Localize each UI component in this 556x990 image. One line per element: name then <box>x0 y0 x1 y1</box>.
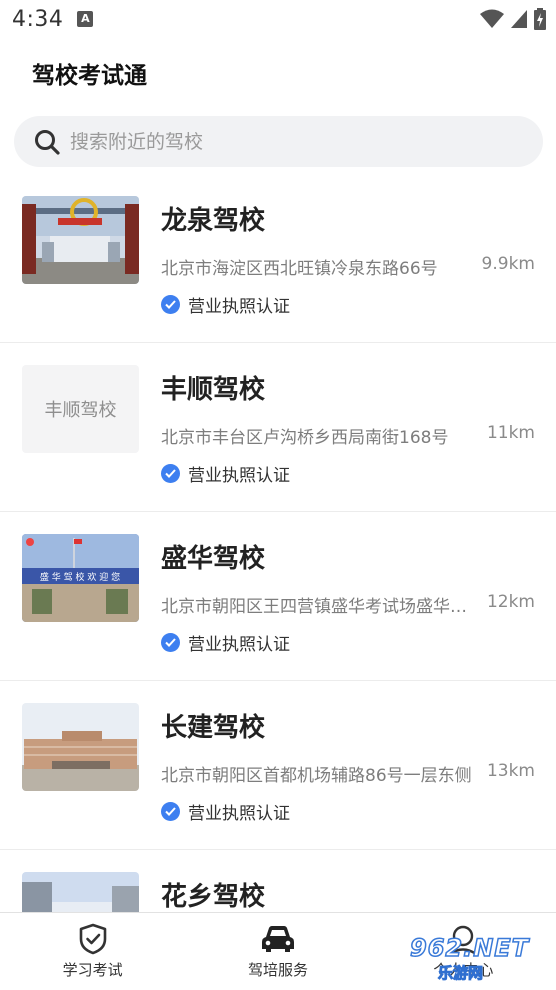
tab-driving-service[interactable]: 驾培服务 <box>185 913 370 990</box>
school-thumbnail <box>22 196 139 284</box>
tab-label: 驾培服务 <box>247 961 308 979</box>
check-circle-icon <box>161 295 180 314</box>
school-distance: 12km <box>486 592 535 612</box>
school-address: 北京市朝阳区王四营镇盛华考试场盛华驾校 <box>161 597 473 617</box>
banner-text: 盛 华 驾 校 欢 迎 您 <box>40 571 120 583</box>
school-name: 花乡驾校 <box>161 882 266 912</box>
watermark-bottom: 乐游网 <box>437 964 484 983</box>
status-bar: 4:34 A <box>0 0 556 38</box>
license-label: 营业执照认证 <box>188 635 290 655</box>
license-badge: 营业执照认证 <box>161 292 290 317</box>
school-address: 北京市朝阳区首都机场辅路86号一层东侧 <box>161 766 472 786</box>
license-badge: 营业执照认证 <box>161 461 290 486</box>
check-circle-icon <box>161 802 180 821</box>
battery-icon <box>534 8 546 30</box>
school-thumbnail: 丰顺驾校 <box>22 365 139 453</box>
license-badge: 营业执照认证 <box>161 799 290 824</box>
notification-icon: A <box>77 11 94 27</box>
school-name: 盛华驾校 <box>161 544 266 574</box>
check-circle-icon <box>161 464 180 483</box>
status-icons <box>480 8 546 30</box>
license-label: 营业执照认证 <box>188 297 290 317</box>
school-name: 长建驾校 <box>161 713 266 743</box>
thumbnail-text: 丰顺驾校 <box>44 400 117 421</box>
school-name: 丰顺驾校 <box>161 375 266 405</box>
page-title: 驾校考试通 <box>32 63 147 89</box>
school-distance: 11km <box>486 423 535 443</box>
tab-study-exam[interactable]: 学习考试 <box>0 913 185 990</box>
school-distance: 9.9km <box>481 254 535 274</box>
school-thumbnail: 盛 华 驾 校 欢 迎 您 <box>22 534 139 622</box>
tab-label: 学习考试 <box>62 961 123 979</box>
list-item[interactable]: 龙泉驾校 北京市海淀区西北旺镇冷泉东路66号 9.9km 营业执照认证 <box>0 174 556 343</box>
license-label: 营业执照认证 <box>188 466 290 486</box>
list-item[interactable]: 长建驾校 北京市朝阳区首都机场辅路86号一层东侧 13km 营业执照认证 <box>0 681 556 850</box>
search-bar[interactable] <box>14 116 543 167</box>
license-label: 营业执照认证 <box>188 804 290 824</box>
list-item[interactable]: 丰顺驾校 丰顺驾校 北京市丰台区卢沟桥乡西局南街168号 11km 营业执照认证 <box>0 343 556 512</box>
school-address: 北京市海淀区西北旺镇冷泉东路66号 <box>161 259 438 279</box>
search-input[interactable] <box>70 130 510 153</box>
search-icon <box>35 129 60 155</box>
school-thumbnail <box>22 703 139 791</box>
signal-icon <box>511 10 527 28</box>
wifi-icon <box>480 9 504 28</box>
shield-check-icon <box>79 923 106 955</box>
list-item[interactable]: 盛 华 驾 校 欢 迎 您 盛华驾校 北京市朝阳区王四营镇盛华考试场盛华驾校 1… <box>0 512 556 681</box>
school-name: 龙泉驾校 <box>161 206 266 236</box>
car-icon <box>261 926 294 952</box>
school-distance: 13km <box>486 761 535 781</box>
list-item[interactable]: 花乡驾校 <box>0 850 556 912</box>
school-thumbnail <box>22 872 139 912</box>
school-list[interactable]: 龙泉驾校 北京市海淀区西北旺镇冷泉东路66号 9.9km 营业执照认证 丰顺驾校… <box>0 174 556 912</box>
license-badge: 营业执照认证 <box>161 630 290 655</box>
check-circle-icon <box>161 633 180 652</box>
school-address: 北京市丰台区卢沟桥乡西局南街168号 <box>161 428 449 448</box>
watermark-top: 962.NET <box>409 933 530 963</box>
watermark-logo: 962.NET 乐游网 <box>402 933 552 986</box>
status-time: 4:34 <box>12 6 64 32</box>
